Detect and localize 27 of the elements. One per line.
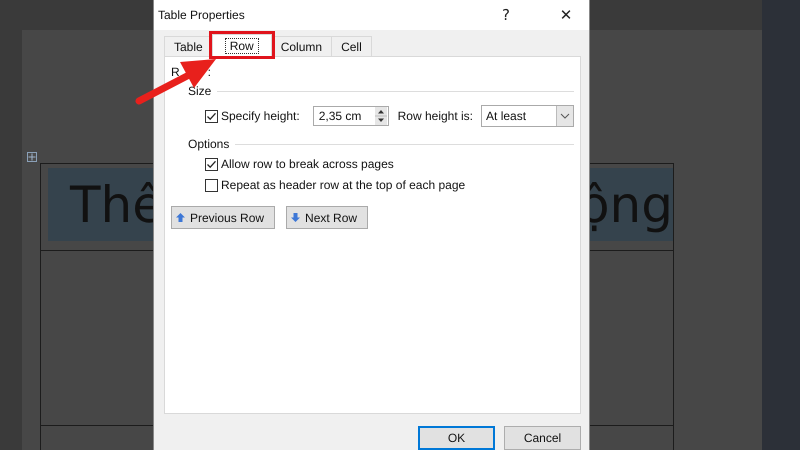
- close-button[interactable]: ✕: [543, 0, 589, 30]
- chevron-down-icon[interactable]: [556, 106, 573, 126]
- checkbox-label: Allow row to break across pages: [221, 157, 394, 171]
- section-label: :: [208, 65, 212, 79]
- section-label: R: [171, 65, 180, 79]
- move-handle-icon[interactable]: [27, 152, 37, 162]
- group-label: Size: [188, 84, 212, 98]
- height-spin-field[interactable]: 2,35 cm: [312, 106, 389, 126]
- checkbox-label: Repeat as header row at the top of each page: [221, 178, 466, 192]
- tab[interactable]: Cell: [331, 36, 372, 56]
- tab[interactable]: Row: [212, 34, 272, 56]
- checkbox[interactable]: [205, 110, 218, 122]
- field-label: Row height is:: [398, 109, 474, 123]
- cancel-button[interactable]: Cancel: [504, 426, 581, 450]
- arrow-up-icon: [176, 213, 185, 222]
- checkbox[interactable]: [205, 158, 218, 170]
- spin-arrows-icon[interactable]: [374, 107, 387, 125]
- checkbox-label: Specify height:: [221, 109, 300, 123]
- window-title: Table Properties: [158, 8, 246, 22]
- help-button[interactable]: ?: [483, 0, 529, 30]
- group-label: Options: [188, 137, 230, 151]
- arrow-down-icon: [291, 213, 300, 222]
- nav-button[interactable]: Next Row: [286, 206, 368, 229]
- ok-button[interactable]: OK: [418, 426, 495, 450]
- nav-button[interactable]: Previous Row: [171, 206, 276, 229]
- height-rule-dropdown[interactable]: At least: [481, 105, 574, 127]
- checkbox[interactable]: [205, 178, 218, 192]
